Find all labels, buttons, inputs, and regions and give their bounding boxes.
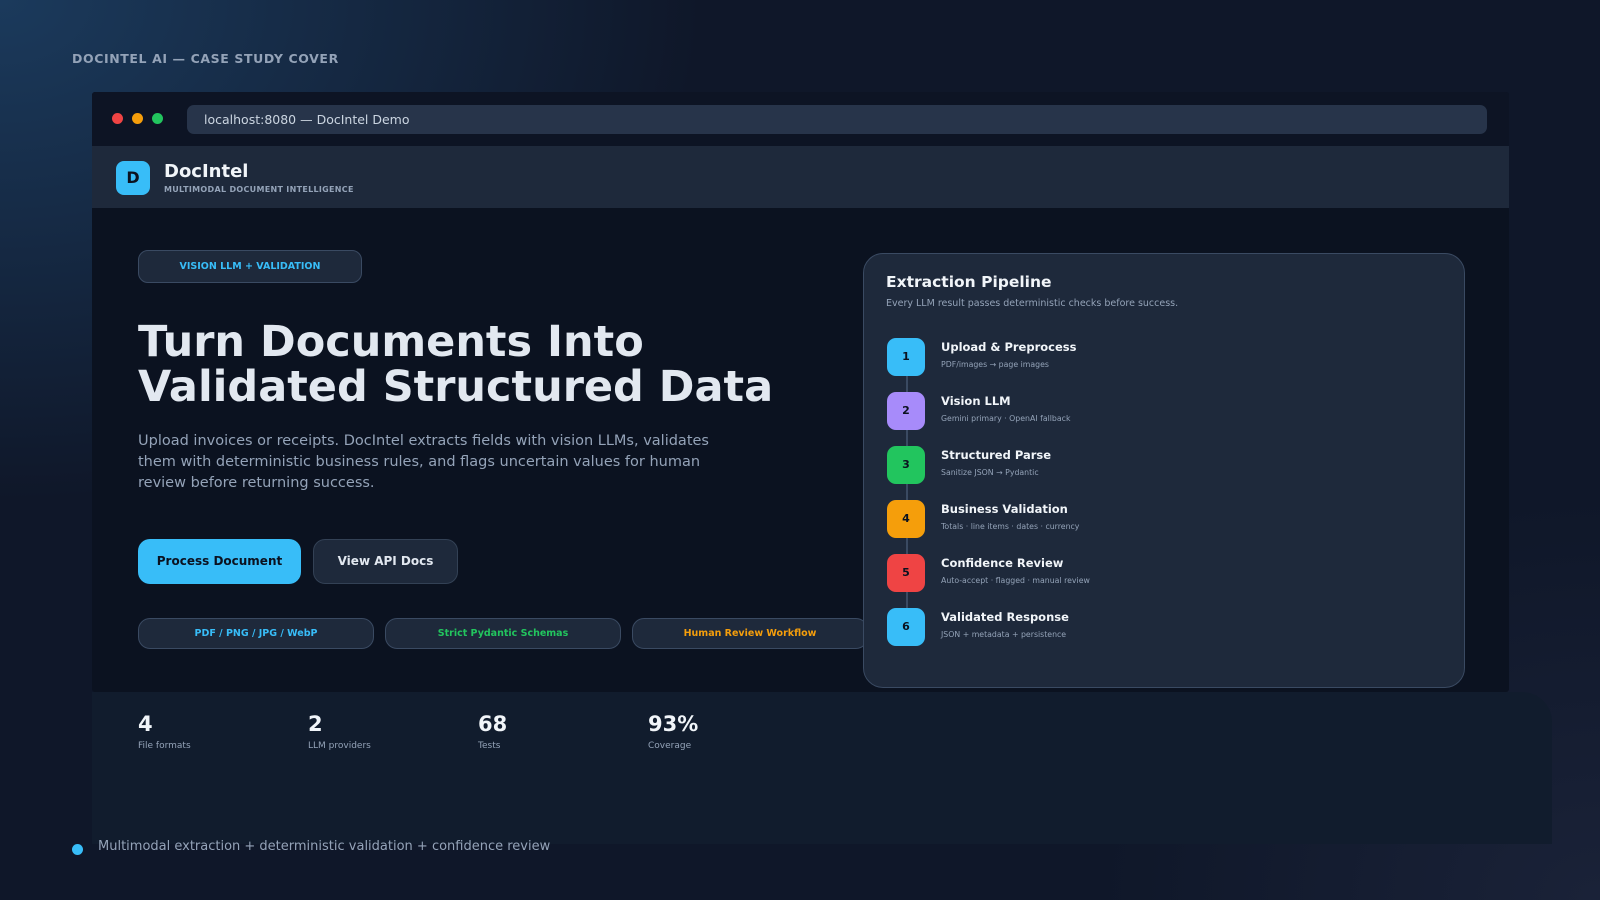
pipeline-step: 2 Vision LLM Gemini primary · OpenAI fal… (887, 392, 1447, 432)
step-description: PDF/images → page images (941, 360, 1049, 369)
hero-badge: VISION LLM + VALIDATION (138, 250, 362, 283)
footer-caption: Multimodal extraction + deterministic va… (98, 839, 551, 854)
browser-window: localhost:8080 — DocIntel Demo D DocInte… (92, 92, 1509, 692)
feature-pill-schemas: Strict Pydantic Schemas (385, 618, 621, 649)
step-number-badge: 2 (887, 392, 925, 430)
step-title: Upload & Preprocess (941, 340, 1077, 354)
address-bar[interactable]: localhost:8080 — DocIntel Demo (187, 105, 1487, 134)
pipeline-step: 6 Validated Response JSON + metadata + p… (887, 608, 1447, 648)
maximize-window-button[interactable] (152, 113, 163, 124)
pipeline-subtitle: Every LLM result passes deterministic ch… (886, 298, 1179, 309)
step-description: JSON + metadata + persistence (941, 630, 1067, 639)
step-number-badge: 4 (887, 500, 925, 538)
step-number-badge: 1 (887, 338, 925, 376)
footer-bullet-icon (72, 844, 83, 855)
pipeline-step: 1 Upload & Preprocess PDF/images → page … (887, 338, 1447, 378)
close-window-button[interactable] (112, 113, 123, 124)
stat-value: 68 (478, 712, 508, 736)
stat-value: 2 (308, 712, 323, 736)
brand-name: DocIntel (164, 161, 249, 182)
step-description: Auto-accept · flagged · manual review (941, 576, 1090, 585)
step-description: Totals · line items · dates · currency (941, 522, 1080, 531)
stat-label: LLM providers (308, 741, 371, 751)
app-header: D DocIntel MULTIMODAL DOCUMENT INTELLIGE… (92, 146, 1509, 208)
brand-tagline: MULTIMODAL DOCUMENT INTELLIGENCE (164, 185, 354, 194)
feature-pill-formats: PDF / PNG / JPG / WebP (138, 618, 374, 649)
step-number-badge: 5 (887, 554, 925, 592)
minimize-window-button[interactable] (132, 113, 143, 124)
step-title: Confidence Review (941, 556, 1064, 570)
step-title: Validated Response (941, 610, 1069, 624)
step-title: Structured Parse (941, 448, 1052, 462)
pipeline-title: Extraction Pipeline (886, 273, 1052, 291)
stat-label: File formats (138, 741, 191, 751)
stat-tests: 68 Tests (478, 712, 507, 751)
step-title: Business Validation (941, 502, 1068, 516)
stat-llm-providers: 2 LLM providers (308, 712, 371, 751)
stat-label: Coverage (648, 741, 692, 751)
browser-titlebar: localhost:8080 — DocIntel Demo (92, 92, 1509, 146)
step-title: Vision LLM (941, 394, 1011, 408)
stat-value: 93% (648, 712, 699, 736)
hero-subtitle: Upload invoices or receipts. DocIntel ex… (138, 433, 709, 491)
pipeline-card: Extraction Pipeline Every LLM result pas… (863, 253, 1465, 688)
stat-file-formats: 4 File formats (138, 712, 191, 751)
feature-pill-review: Human Review Workflow (632, 618, 868, 649)
view-api-docs-button[interactable]: View API Docs (313, 539, 458, 584)
hero-title-line-2: Validated Structured Data (138, 362, 774, 412)
step-number-badge: 3 (887, 446, 925, 484)
step-description: Sanitize JSON → Pydantic (941, 468, 1039, 477)
step-description: Gemini primary · OpenAI fallback (941, 414, 1071, 423)
stat-value: 4 (138, 712, 153, 736)
step-number-badge: 6 (887, 608, 925, 646)
app-logo: D (116, 161, 150, 195)
hero-title: Turn Documents Into Validated Structured… (138, 320, 838, 410)
process-document-button[interactable]: Process Document (138, 539, 301, 584)
pipeline-step: 4 Business Validation Totals · line item… (887, 500, 1447, 540)
pipeline-step: 3 Structured Parse Sanitize JSON → Pydan… (887, 446, 1447, 486)
cover-label: DOCINTEL AI — CASE STUDY COVER (72, 51, 339, 66)
stat-label: Tests (478, 741, 501, 751)
pipeline-step: 5 Confidence Review Auto-accept · flagge… (887, 554, 1447, 594)
stats-bar: 4 File formats 2 LLM providers 68 Tests … (92, 692, 1552, 844)
hero-title-line-1: Turn Documents Into (138, 317, 644, 367)
stat-coverage: 93% Coverage (648, 712, 698, 751)
